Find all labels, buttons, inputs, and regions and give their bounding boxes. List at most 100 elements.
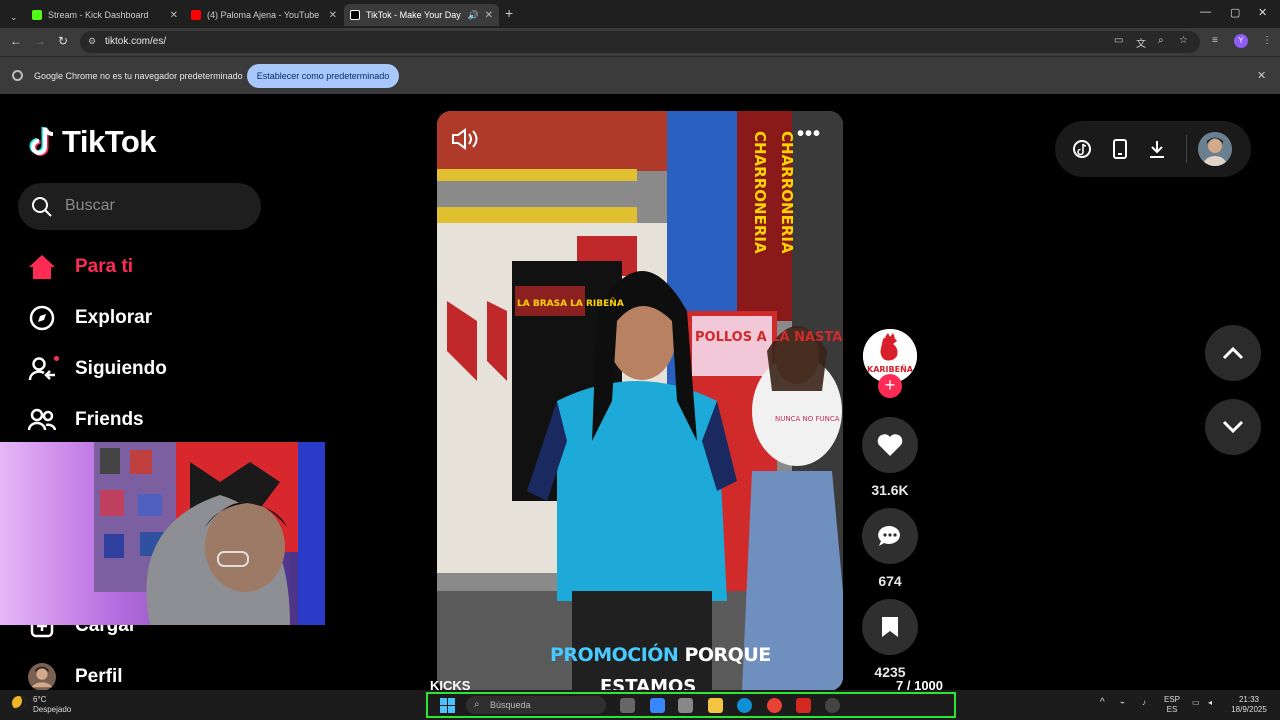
shirt-text: NUNCA NO FUNCA: [775, 415, 840, 423]
close-infobar-icon[interactable]: ✕: [1257, 69, 1266, 82]
comment-button[interactable]: [862, 508, 918, 564]
taskbar-apps: ⌕ Búsqueda: [426, 692, 956, 718]
tiktok-icon: [350, 10, 360, 20]
url-field[interactable]: ⚙ tiktok.com/es/: [80, 31, 1200, 53]
nav-label: Friends: [75, 409, 144, 430]
nav-profile[interactable]: Perfil: [28, 662, 123, 692]
tiktok-coin-icon[interactable]: [1071, 138, 1093, 160]
close-tab-icon[interactable]: ✕: [485, 10, 493, 21]
forward-icon[interactable]: →: [34, 34, 46, 48]
download-icon[interactable]: [1146, 138, 1168, 160]
mobile-app-icon[interactable]: [1109, 138, 1131, 160]
infobar-message: Google Chrome no es tu navegador predete…: [34, 71, 243, 81]
bookmark-icon: [882, 617, 898, 637]
tab-title: TikTok - Make Your Day: [366, 10, 461, 20]
translate-icon[interactable]: 文: [1136, 35, 1146, 50]
search-icon: ⌕: [474, 699, 480, 710]
tab-title: Stream - Kick Dashboard: [48, 10, 149, 20]
windows-start-icon[interactable]: [440, 698, 455, 713]
chrome-icon[interactable]: [767, 698, 782, 713]
minimize-icon[interactable]: —: [1200, 6, 1211, 18]
video-frame: CHARRONERIA CHARRONERIA POLLOS A LA NAST…: [437, 111, 843, 691]
nav-following[interactable]: Siguiendo: [28, 354, 167, 384]
volume-icon[interactable]: ◂: [1208, 698, 1212, 708]
url-text: tiktok.com/es/: [105, 36, 167, 47]
audio-playing-icon[interactable]: 🔊: [468, 10, 479, 21]
address-toolbar: ← → ↻ ⚙ tiktok.com/es/ ▭ 文 ⌕ ☆ ≡ ⋮: [0, 28, 1280, 56]
close-tab-icon[interactable]: ✕: [170, 10, 178, 21]
back-icon[interactable]: ←: [10, 34, 22, 48]
weather-temp: 6°C: [33, 695, 47, 704]
weather-widget[interactable]: 6°C Despejado: [14, 695, 71, 715]
close-tab-icon[interactable]: ✕: [329, 10, 337, 21]
reading-list-icon[interactable]: ≡: [1212, 35, 1218, 46]
zoom-icon[interactable]: ⌕: [1158, 35, 1164, 46]
clock[interactable]: 21:33 18/9/2025: [1226, 695, 1272, 715]
tab-search-button[interactable]: ⌄: [4, 6, 22, 28]
tab-kick[interactable]: Stream - Kick Dashboard ✕: [26, 4, 184, 26]
logo-text: TikTok: [62, 124, 157, 159]
logo-text: KARIBEÑA: [867, 364, 914, 374]
date: 18/9/2025: [1231, 705, 1267, 714]
caption-highlight: PROMOCIÓN: [550, 644, 679, 666]
tiktok-page: TikTok Buscar Para ti Explorar Siguiendo…: [0, 94, 1280, 697]
taskbar-search-input[interactable]: ⌕ Búsqueda: [466, 696, 606, 714]
language-indicator[interactable]: ESP ES: [1164, 695, 1180, 715]
task-view-icon[interactable]: [620, 698, 635, 713]
save-button[interactable]: [862, 599, 918, 655]
search-placeholder: Buscar: [65, 197, 115, 214]
nav-label: Perfil: [75, 666, 123, 687]
chevron-up-icon: [1222, 346, 1244, 360]
browser-tab-bar: ⌄ Stream - Kick Dashboard ✕ (4) Paloma A…: [0, 0, 1280, 28]
nav-for-you[interactable]: Para ti: [28, 252, 133, 282]
app-icon[interactable]: [796, 698, 811, 713]
site-info-icon[interactable]: ⚙: [88, 36, 96, 47]
tab-tiktok[interactable]: TikTok - Make Your Day 🔊 ✕: [344, 4, 499, 26]
user-avatar[interactable]: [1198, 132, 1232, 166]
sign-text: CHARRONERIA: [751, 131, 769, 254]
network-icon[interactable]: ⌁: [1120, 698, 1125, 708]
lang-top: ESP: [1164, 695, 1181, 704]
microphone-icon[interactable]: ♪: [1142, 698, 1146, 708]
menu-icon[interactable]: ⋮: [1262, 35, 1272, 46]
video-player[interactable]: CHARRONERIA CHARRONERIA POLLOS A LA NAST…: [437, 111, 843, 691]
app-icon[interactable]: [825, 698, 840, 713]
set-default-button[interactable]: Establecer como predeterminado: [247, 64, 399, 88]
lang-bottom: ES: [1166, 705, 1178, 714]
search-input[interactable]: Buscar: [18, 183, 261, 230]
like-button[interactable]: [862, 417, 918, 473]
maximize-icon[interactable]: ▢: [1230, 6, 1240, 19]
following-icon: [28, 355, 59, 383]
follow-button[interactable]: +: [878, 374, 902, 398]
caption-text: PORQUE: [684, 644, 771, 666]
webcam-image: [0, 442, 325, 625]
previous-video-button[interactable]: [1205, 325, 1261, 381]
close-window-icon[interactable]: ✕: [1258, 6, 1267, 19]
nav-explore[interactable]: Explorar: [28, 303, 152, 333]
bookmark-star-icon[interactable]: ☆: [1179, 35, 1188, 46]
divider: [1186, 135, 1187, 163]
nav-friends[interactable]: Friends: [28, 405, 144, 435]
edge-icon[interactable]: [737, 698, 752, 713]
tiktok-note-icon: [29, 127, 54, 156]
profile-avatar[interactable]: Y: [1234, 34, 1248, 48]
tiktok-logo[interactable]: TikTok: [28, 124, 157, 160]
volume-icon[interactable]: [451, 128, 479, 150]
top-right-toolbar: [1055, 121, 1251, 177]
more-options-icon[interactable]: •••: [797, 123, 821, 146]
home-icon: [28, 253, 56, 281]
display-icon[interactable]: ▭: [1192, 698, 1200, 708]
reload-icon[interactable]: ↻: [58, 34, 68, 48]
nav-label: Para ti: [75, 256, 134, 277]
nav-label: Explorar: [75, 307, 153, 328]
file-explorer-icon[interactable]: [708, 698, 723, 713]
sign-text: CHARRONERIA: [778, 131, 796, 254]
new-tab-button[interactable]: +: [505, 5, 513, 21]
cast-icon[interactable]: ▭: [1114, 35, 1123, 46]
copilot-icon[interactable]: [650, 698, 665, 713]
search-icon: [32, 197, 52, 217]
tab-youtube[interactable]: (4) Paloma Ajena - YouTube ✕: [185, 4, 343, 26]
widgets-icon[interactable]: [678, 698, 693, 713]
next-video-button[interactable]: [1205, 399, 1261, 455]
chevron-up-icon[interactable]: ^: [1100, 698, 1105, 708]
